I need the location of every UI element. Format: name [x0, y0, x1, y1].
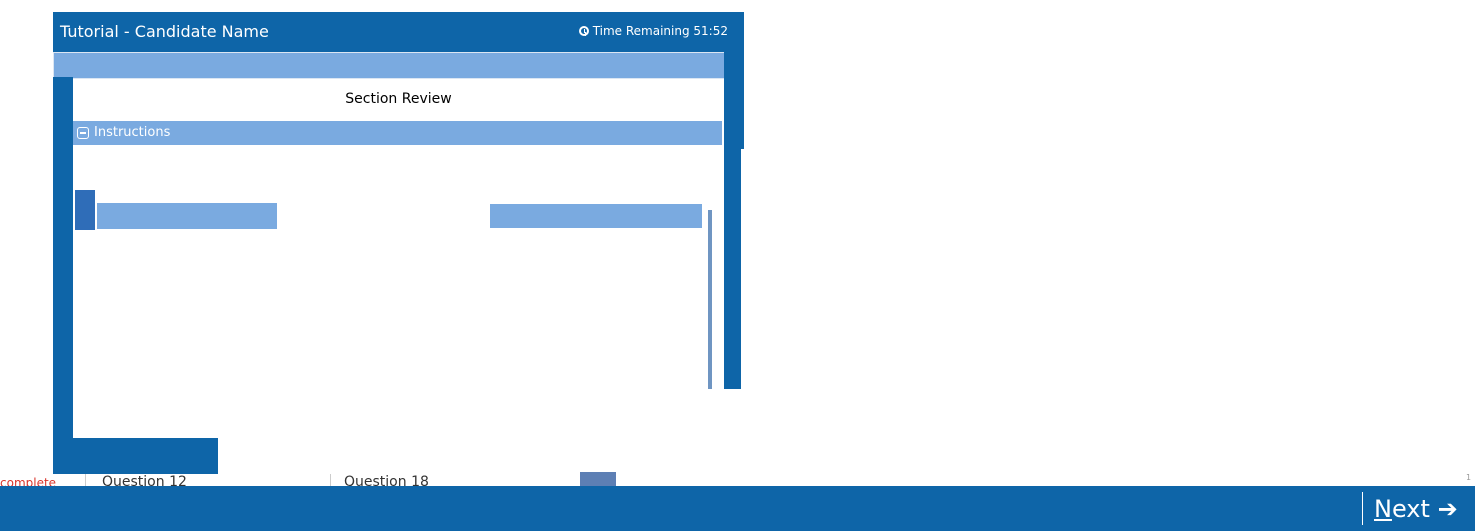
- scroll-thumb[interactable]: [580, 472, 616, 486]
- frame-left-bottom: [73, 438, 218, 474]
- toolbar-strip: [53, 52, 726, 79]
- instructions-toggle[interactable]: Instructions: [73, 121, 722, 145]
- nav-divider: [1362, 492, 1363, 525]
- instructions-label: Instructions: [94, 125, 171, 140]
- window-title: Tutorial - Candidate Name: [60, 22, 269, 41]
- clock-icon: [578, 26, 589, 36]
- time-remaining-text: Time Remaining 51:52: [592, 24, 728, 38]
- next-label-accesskey: N: [1374, 495, 1392, 523]
- page-indicator: 1: [1466, 473, 1472, 482]
- status-divider: [85, 474, 86, 486]
- status-divider: [330, 474, 331, 486]
- scrollbar[interactable]: [708, 210, 712, 389]
- next-button[interactable]: Next ➔: [1374, 495, 1458, 523]
- title-bar: Tutorial - Candidate Name Time Remaining…: [53, 12, 744, 52]
- collapse-icon: [77, 126, 89, 139]
- selection-marker: [75, 190, 95, 230]
- frame-left: [53, 77, 73, 474]
- filter-button-left[interactable]: [97, 203, 277, 229]
- bottom-nav-bar: [0, 486, 1475, 531]
- filter-button-right[interactable]: [490, 204, 702, 228]
- next-label: ext: [1391, 495, 1430, 523]
- section-review-title: Section Review: [345, 91, 452, 107]
- frame-right-top: [724, 52, 744, 149]
- arrow-right-icon: ➔: [1437, 495, 1458, 523]
- frame-right: [724, 149, 741, 389]
- time-remaining: Time Remaining 51:52: [578, 24, 728, 38]
